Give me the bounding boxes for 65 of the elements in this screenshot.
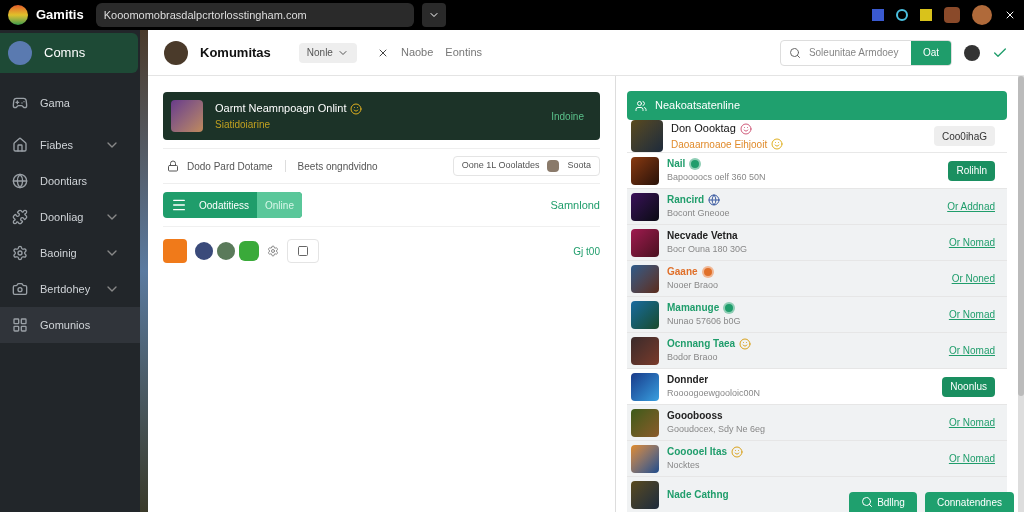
friend-status: Gooudocex, Sdy Ne 6eg [667, 423, 766, 437]
friend-status: Bocont Gneooe [667, 207, 730, 221]
sidebar-item[interactable]: Fiabes [0, 127, 140, 163]
friend-link[interactable]: Or Addnad [947, 199, 995, 214]
friend-name: Gaane [667, 265, 698, 280]
friend-name: Nade Cathng [667, 488, 729, 502]
banner-link[interactable]: Indoine [551, 108, 584, 124]
page-title: Komumitas [200, 43, 271, 62]
address-field[interactable]: Kooomomobrasdalpcrtorlosstingham.com [95, 3, 414, 27]
friend-link[interactable]: Or Noned [951, 271, 995, 286]
sidebar-item[interactable]: Bertdohey [0, 271, 140, 307]
info-text: Beets ongndvidno [297, 159, 378, 174]
friend-status: Bapoooocs oelf 360 50N [667, 171, 766, 185]
sidebar-item[interactable]: Doonliag [0, 199, 140, 235]
friend-status: Bocr Ouna 180 30G [667, 243, 748, 257]
search-button[interactable]: Oat [910, 40, 951, 65]
sidebar-item[interactable]: Comns [0, 33, 138, 73]
friend-name: Nail [667, 157, 686, 172]
friend-link[interactable]: Or Nomad [948, 451, 995, 466]
friend-name: Don Oooktag [671, 121, 736, 137]
friend-row[interactable]: Necvade Vetna Bocr Ouna 180 30G Or Nomad [627, 225, 1007, 261]
floating-button[interactable]: Connatendnes [924, 492, 1014, 512]
friend-name: Mamanuge [667, 301, 720, 316]
banner-subtitle: Siatidoiarine [215, 117, 272, 132]
sidebar-item[interactable]: Gomunios [0, 307, 140, 343]
friend-link[interactable]: Or Nomad [948, 343, 995, 358]
friend-link[interactable]: Or Nomad [948, 415, 995, 430]
info-chip[interactable]: Oone 1L Ooolatdes Soota [452, 156, 600, 176]
friend-row[interactable]: Gaane Nooer Braoo Or Noned [627, 261, 1007, 297]
friend-name: Gooobooss [667, 409, 723, 424]
friend-button[interactable]: Noonlus [942, 376, 995, 397]
sidebar-item[interactable]: Doontiars [0, 163, 140, 199]
sidebar-item[interactable]: Gama [0, 85, 140, 121]
floating-button[interactable]: Bdllng [849, 492, 917, 512]
friend-row[interactable]: Mamanuge Nunao 57606 b0G Or Nomad [627, 297, 1007, 333]
search-field[interactable]: Soleunitae Armdoey Oat [779, 39, 952, 66]
sidebar-item[interactable]: Baoinig [0, 235, 140, 271]
friend-row[interactable]: Ocnnang Taea Bodor Braoo Or Nomad [627, 333, 1007, 369]
info-text: Dodo Pard Dotame [187, 159, 273, 174]
friend-row[interactable]: Rancird Bocont Gneooe Or Addnad [627, 189, 1007, 225]
friend-status: Bodor Braoo [667, 351, 719, 365]
friend-name: Cooooel Itas [667, 445, 727, 460]
friend-button[interactable]: Rolihln [948, 160, 995, 181]
friend-status: Nooer Braoo [667, 279, 719, 293]
friend-name: Donnder [667, 373, 709, 388]
friend-status: Nocktes [667, 459, 701, 473]
friend-status: Nunao 57606 b0G [667, 315, 741, 329]
friend-row[interactable]: Cooooel Itas Nocktes Or Nomad [627, 441, 1007, 477]
friend-status: Daoaarnoaoe Eihjooit [671, 137, 768, 152]
dropdown[interactable]: Nonle [298, 42, 357, 63]
friend-name: Rancird [667, 193, 705, 208]
friend-name: Necvade Vetna [667, 229, 738, 244]
friend-row[interactable]: Gooobooss Gooudocex, Sdy Ne 6eg Or Nomad [627, 405, 1007, 441]
friends-title: Neakoatsatenline [655, 98, 740, 114]
banner-title: Oarmt Neamnpoagn Onlint [215, 101, 347, 117]
friend-status: Roooogoewgooloic00N [667, 387, 761, 401]
friend-link[interactable]: Or Nomad [948, 307, 995, 322]
app-name: Gamitis [36, 6, 84, 25]
link[interactable]: Samnlond [550, 196, 600, 214]
count-link[interactable]: Gj t00 [573, 243, 600, 259]
friend-button[interactable]: Coo0ihaG [933, 126, 995, 146]
nav-link[interactable]: Naobe [400, 44, 434, 61]
friend-name: Ocnnang Taea [667, 337, 736, 352]
nav-link[interactable]: Eontins [445, 44, 483, 61]
friend-link[interactable]: Or Nomad [948, 235, 995, 250]
